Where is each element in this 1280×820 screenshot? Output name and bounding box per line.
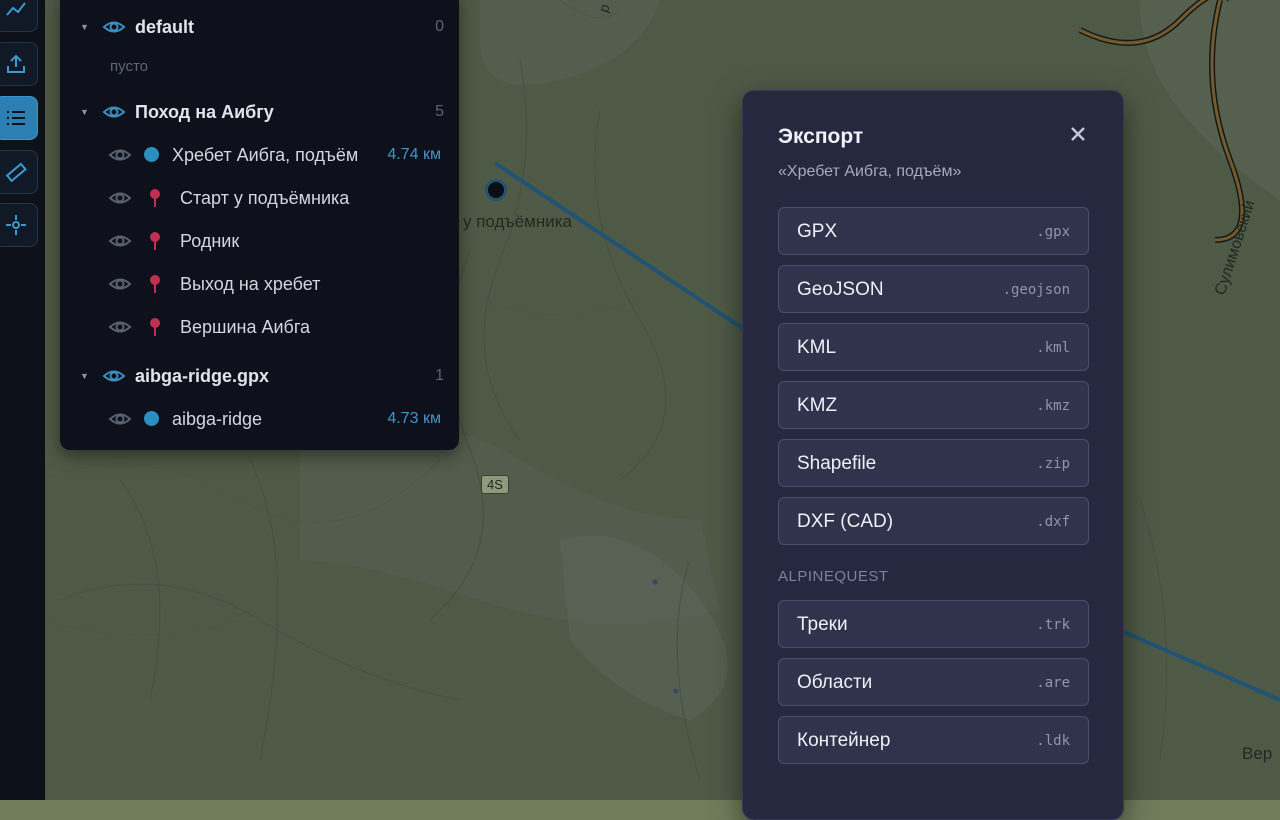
format-extension: .zip [1036,456,1070,472]
eye-icon[interactable] [102,364,126,388]
layer-group-count: 0 [435,18,444,35]
caret-down-icon[interactable]: ▼ [80,371,89,381]
eye-icon[interactable] [108,407,132,431]
layer-group-hike[interactable]: ▼ Поход на Аибгу 5 [60,97,459,127]
track-color-dot [144,411,159,426]
format-name: KML [797,337,837,358]
map-poi-label: у подъёмника [463,212,572,231]
layer-group-gpx[interactable]: ▼ aibga-ridge.gpx 1 [60,361,459,391]
format-extension: .are [1036,675,1070,691]
layer-item-name: aibga-ridge [172,408,263,429]
format-extension: .kml [1036,340,1070,356]
layer-item-waypoint[interactable]: Выход на хребет [60,269,459,299]
format-name: Shapefile [797,453,877,474]
eye-icon[interactable] [108,272,132,296]
layers-list-button[interactable] [0,96,38,140]
layer-item-track[interactable]: aibga-ridge 4.73 км [60,404,459,434]
measure-button[interactable] [0,150,38,194]
pin-icon [150,189,160,207]
pin-icon [150,275,160,293]
pin-icon [150,318,160,336]
export-are-button[interactable]: Области .are [778,658,1089,706]
eye-icon[interactable] [108,229,132,253]
format-extension: .dxf [1036,514,1070,530]
format-extension: .kmz [1036,398,1070,414]
caret-down-icon[interactable]: ▼ [80,22,89,32]
format-extension: .trk [1036,617,1070,633]
eye-icon[interactable] [108,315,132,339]
format-name: Треки [797,614,848,635]
format-name: GeoJSON [797,279,884,300]
eye-icon[interactable] [108,186,132,210]
format-extension: .geojson [1002,282,1070,298]
left-toolbar [0,0,45,800]
format-name: DXF (CAD) [797,511,894,532]
track-length: 4.74 км [387,146,441,163]
layer-group-count: 1 [435,367,444,384]
layer-group-name: Поход на Аибгу [135,101,274,122]
layer-item-name: Хребет Аибга, подъём [172,144,359,165]
layer-item-track[interactable]: Хребет Аибга, подъём 4.74 км [60,140,459,170]
dialog-title: Экспорт [778,125,864,148]
export-kmz-button[interactable]: KMZ .kmz [778,381,1089,429]
upload-button[interactable] [0,42,38,86]
close-icon [1071,127,1085,141]
layer-group-count: 5 [435,103,444,120]
layer-group-name: default [135,16,195,37]
dialog-subtitle: «Хребет Аибга, подъём» [778,163,962,180]
layer-item-name: Выход на хребет [180,273,321,294]
eye-icon[interactable] [102,15,126,39]
layers-panel: ▼ default 0 пусто ▼ Поход на Аибгу 5 Хре… [60,0,459,450]
layer-item-waypoint[interactable]: Родник [60,226,459,256]
eye-icon[interactable] [108,143,132,167]
export-kml-button[interactable]: KML .kml [778,323,1089,371]
format-name: GPX [797,221,838,242]
export-dialog: Экспорт «Хребет Аибга, подъём» GPX .gpx … [742,90,1124,820]
ruler-icon [5,162,27,183]
layer-item-waypoint[interactable]: Вершина Аибга [60,312,459,342]
chart-button[interactable] [0,0,38,32]
empty-group-note: пусто [110,58,148,75]
export-dxf-button[interactable]: DXF (CAD) .dxf [778,497,1089,545]
crosshair-icon [6,215,26,235]
place-label: Вер [1242,744,1273,763]
layer-group-name: aibga-ridge.gpx [135,365,270,386]
format-name: Области [797,672,873,693]
format-extension: .gpx [1036,224,1070,240]
chart-line-icon [6,2,26,16]
export-ldk-button[interactable]: Контейнер .ldk [778,716,1089,764]
layer-item-name: Вершина Аибга [180,316,311,337]
upload-icon [7,54,25,73]
layer-item-name: Родник [180,230,240,251]
list-icon [7,111,25,125]
export-geojson-button[interactable]: GeoJSON .geojson [778,265,1089,313]
pin-icon [150,232,160,250]
format-extension: .ldk [1036,733,1070,749]
export-trk-button[interactable]: Треки .trk [778,600,1089,648]
eye-icon[interactable] [102,100,126,124]
layer-item-waypoint[interactable]: Старт у подъёмника [60,183,459,213]
caret-down-icon[interactable]: ▼ [80,107,89,117]
export-gpx-button[interactable]: GPX .gpx [778,207,1089,255]
format-name: KMZ [797,395,838,416]
layer-group-default[interactable]: ▼ default 0 [60,12,459,42]
layer-item-name: Старт у подъёмника [180,187,350,208]
export-shapefile-button[interactable]: Shapefile .zip [778,439,1089,487]
locate-button[interactable] [0,203,38,247]
track-color-dot [144,147,159,162]
road-badge: 4S [481,475,509,494]
alpinequest-section-label: ALPINEQUEST [778,568,889,585]
close-button[interactable] [1065,121,1091,147]
format-name: Контейнер [797,730,891,751]
track-length: 4.73 км [387,410,441,427]
